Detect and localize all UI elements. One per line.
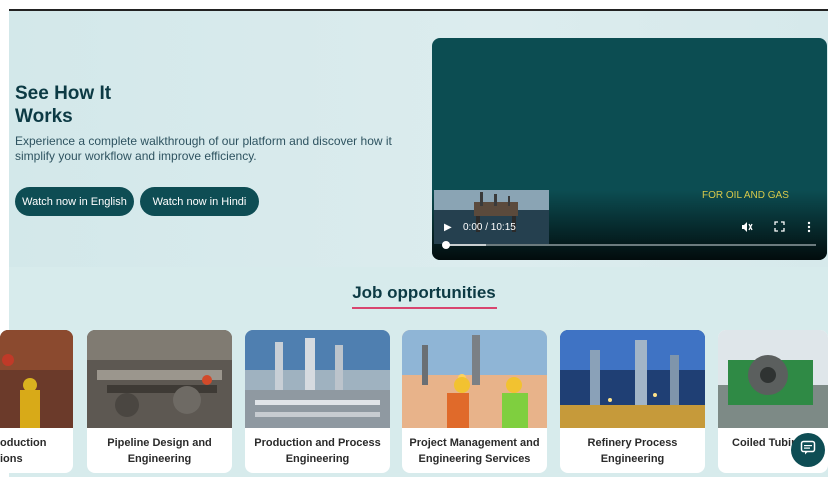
video-player[interactable]: FOR OIL AND GAS ▶ 0:00 / 10:15 [432, 38, 827, 260]
job-card-label: Production and Process Engineering [254, 437, 381, 465]
job-card-image [560, 330, 705, 428]
job-card-label: Project Management and Engineering Servi… [409, 437, 540, 465]
fullscreen-icon[interactable] [774, 221, 785, 235]
job-card-label: oduction ions [0, 437, 47, 465]
more-options-icon[interactable] [807, 221, 811, 236]
watch-english-button[interactable]: Watch now in English [15, 187, 134, 216]
job-card-image [402, 330, 547, 428]
hero-title: See How It Works [15, 83, 112, 127]
job-card-label: Refinery Process Engineering [587, 437, 678, 465]
video-progress-buffer [446, 244, 486, 246]
job-card-image [0, 330, 73, 428]
video-progress-track[interactable] [446, 244, 816, 246]
jobs-title: Job opportunities [352, 283, 496, 302]
job-card-image [245, 330, 390, 428]
play-icon[interactable]: ▶ [444, 222, 452, 233]
chat-button[interactable] [791, 433, 825, 467]
job-card[interactable]: Refinery Process Engineering [560, 330, 705, 473]
job-card[interactable]: oduction ions [0, 330, 73, 473]
job-card[interactable]: Production and Process Engineering [245, 330, 390, 473]
hero-description: Experience a complete walkthrough of our… [15, 134, 392, 163]
watch-hindi-button[interactable]: Watch now in Hindi [140, 187, 259, 216]
mute-icon[interactable] [741, 221, 753, 236]
job-card[interactable]: Pipeline Design and Engineering [87, 330, 232, 473]
jobs-title-underline [352, 307, 497, 309]
job-card-label: Pipeline Design and Engineering [107, 437, 212, 465]
video-progress-knob[interactable] [442, 241, 450, 249]
video-time: 0:00 / 10:15 [463, 222, 516, 233]
video-thumbnail [434, 190, 549, 244]
chat-icon [800, 440, 816, 461]
job-card[interactable]: Project Management and Engineering Servi… [402, 330, 547, 473]
job-card-image [718, 330, 828, 428]
video-badge: FOR OIL AND GAS [702, 190, 789, 201]
job-card-image [87, 330, 232, 428]
